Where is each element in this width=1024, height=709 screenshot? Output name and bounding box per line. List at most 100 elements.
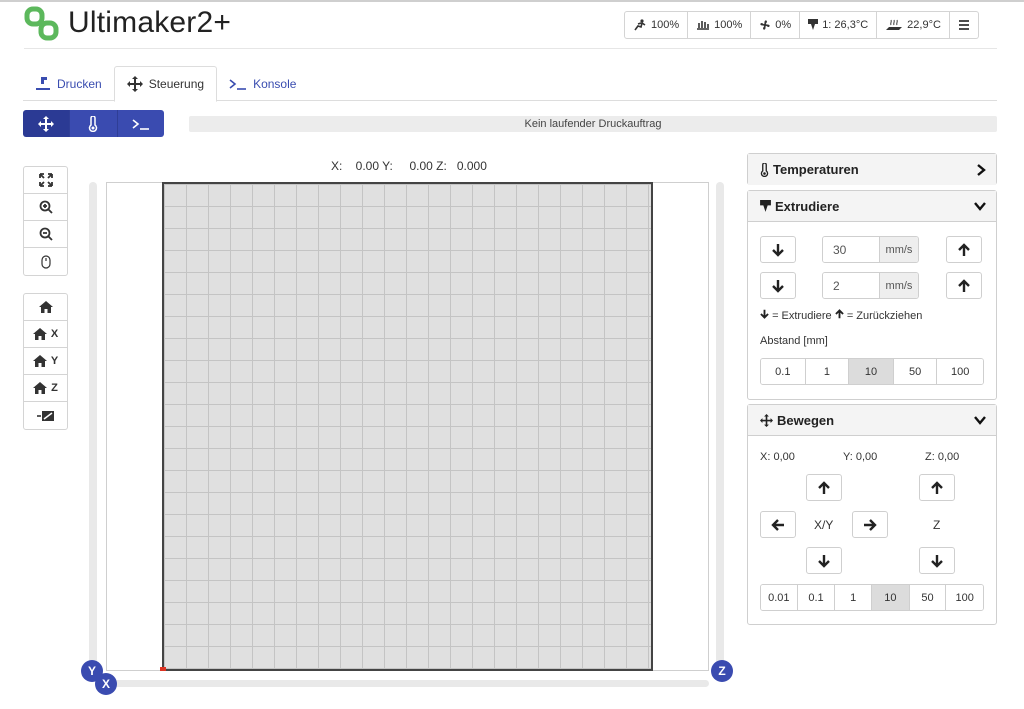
mouse-icon: [40, 254, 51, 269]
move-arrows-icon: [38, 115, 55, 132]
extrude-distance-selector: 0.1 1 10 50 100: [760, 358, 984, 385]
fit-view-button[interactable]: [24, 167, 67, 194]
step-option[interactable]: 1: [835, 585, 872, 610]
home-x-button[interactable]: X: [24, 321, 67, 348]
feedrate-value: 100%: [651, 19, 680, 31]
move-panel: Bewegen X: 0,00 Y: 0,00 Z: 0,00 X/Y Z 0.…: [747, 404, 997, 625]
mouse-mode-button[interactable]: [24, 248, 67, 275]
arrow-up-icon: [818, 480, 830, 494]
x-axis-slider[interactable]: [112, 680, 709, 687]
speed-unit: mm/s: [879, 237, 918, 262]
home-icon: [38, 301, 53, 313]
extrude-button-1[interactable]: [760, 236, 796, 263]
home-y-label: Y: [50, 355, 59, 367]
zoom-in-button[interactable]: [24, 194, 67, 221]
heated-bed-icon: [886, 19, 903, 30]
retract-button-2[interactable]: [946, 272, 982, 299]
arrow-down-icon: [772, 279, 784, 293]
chevron-down-icon: [974, 202, 986, 211]
step-option[interactable]: 0.1: [797, 585, 836, 610]
flowrate-status[interactable]: 100%: [688, 11, 752, 39]
extruders-panel-header[interactable]: Extrudiere: [748, 191, 996, 222]
zoom-out-icon: [39, 227, 53, 241]
move-z-up-button[interactable]: [919, 474, 955, 501]
y-axis-slider[interactable]: [89, 182, 97, 672]
motors-off-icon: [36, 410, 54, 421]
distance-option-selected[interactable]: 10: [849, 359, 894, 384]
extrude-speed-field: mm/s: [822, 236, 919, 263]
main-tabs: Drucken Steuerung Konsole: [23, 66, 997, 102]
fan-status[interactable]: 0%: [751, 11, 801, 39]
console-mode-button[interactable]: [117, 110, 164, 137]
extrude-legend-text: = Extrudiere: [772, 310, 832, 322]
distance-option[interactable]: 0.1: [761, 359, 806, 384]
home-y-button[interactable]: Y: [24, 348, 67, 375]
extrude-distance-input[interactable]: [823, 273, 879, 298]
arrow-up-icon: [958, 278, 970, 292]
distance-option[interactable]: 1: [805, 359, 850, 384]
home-z-label: Z: [51, 382, 58, 394]
z-axis-slider[interactable]: [716, 182, 724, 672]
arrow-left-icon: [771, 518, 784, 531]
job-progress-bar: Kein laufender Druckauftrag: [189, 116, 997, 132]
bed-temp-status[interactable]: 22,9°C: [877, 11, 950, 39]
logo-icon: [24, 6, 59, 41]
extruder-icon: [760, 199, 771, 212]
menu-button[interactable]: [949, 11, 979, 39]
arrow-up-icon: [835, 309, 844, 319]
disable-motors-button[interactable]: [24, 402, 67, 429]
move-x-plus-button[interactable]: [852, 511, 888, 538]
extrude-button-2[interactable]: [760, 272, 796, 299]
view-toolbar: [23, 166, 68, 276]
home-icon: [32, 355, 47, 367]
move-y-minus-button[interactable]: [806, 547, 842, 574]
extruders-panel: Extrudiere mm/s mm/s = Extrudiere = Zurü…: [747, 190, 997, 400]
move-z-down-button[interactable]: [919, 547, 955, 574]
terminal-icon: [229, 78, 247, 90]
temperature-mode-button[interactable]: [70, 110, 118, 137]
zoom-out-button[interactable]: [24, 221, 67, 248]
home-z-button[interactable]: Z: [24, 375, 67, 402]
temperatures-title: Temperaturen: [773, 162, 859, 177]
bed-temp-value: 22,9°C: [907, 19, 941, 31]
arrow-up-icon: [931, 480, 943, 494]
tab-label: Konsole: [253, 76, 297, 91]
print-icon: [36, 76, 50, 90]
extrude-distance-field: mm/s: [822, 272, 919, 299]
arrow-right-icon: [864, 518, 877, 531]
move-x-minus-button[interactable]: [760, 511, 796, 538]
step-option[interactable]: 50: [909, 585, 947, 610]
arrow-down-icon: [818, 554, 830, 568]
extrude-speed-input[interactable]: [823, 237, 879, 262]
arrow-down-icon: [772, 243, 784, 257]
arrow-down-icon: [760, 309, 769, 319]
distance-option[interactable]: 50: [893, 359, 938, 384]
tab-steuerung[interactable]: Steuerung: [113, 66, 218, 102]
tab-drucken[interactable]: Drucken: [23, 66, 114, 101]
step-option-selected[interactable]: 10: [872, 585, 910, 610]
x-axis-badge: X: [95, 673, 117, 695]
flow-icon: [697, 21, 710, 30]
tab-konsole[interactable]: Konsole: [217, 66, 308, 101]
step-option[interactable]: 0.01: [761, 585, 798, 610]
home-all-button[interactable]: [24, 294, 67, 321]
distance-label: Abstand [mm]: [760, 335, 828, 347]
temperatures-panel-header[interactable]: Temperaturen: [748, 154, 996, 185]
step-option[interactable]: 100: [946, 585, 983, 610]
home-icon: [32, 328, 47, 340]
home-icon: [33, 382, 48, 394]
control-mode-group: [23, 110, 164, 137]
z-position: Z: 0,00: [925, 451, 960, 463]
z-label: Z: [933, 518, 941, 532]
move-title: Bewegen: [777, 412, 835, 428]
move-panel-header[interactable]: Bewegen: [748, 405, 996, 436]
extruder-icon: [808, 19, 819, 30]
retract-button-1[interactable]: [946, 236, 982, 263]
tool-temp-status[interactable]: 1: 26,3°C: [800, 11, 878, 39]
move-y-plus-button[interactable]: [806, 474, 842, 501]
move-mode-button[interactable]: [23, 110, 71, 137]
y-position: Y: 0,00: [843, 451, 878, 463]
feedrate-status[interactable]: 100%: [624, 11, 689, 39]
print-bed-grid[interactable]: [162, 182, 653, 671]
distance-option[interactable]: 100: [937, 359, 983, 384]
